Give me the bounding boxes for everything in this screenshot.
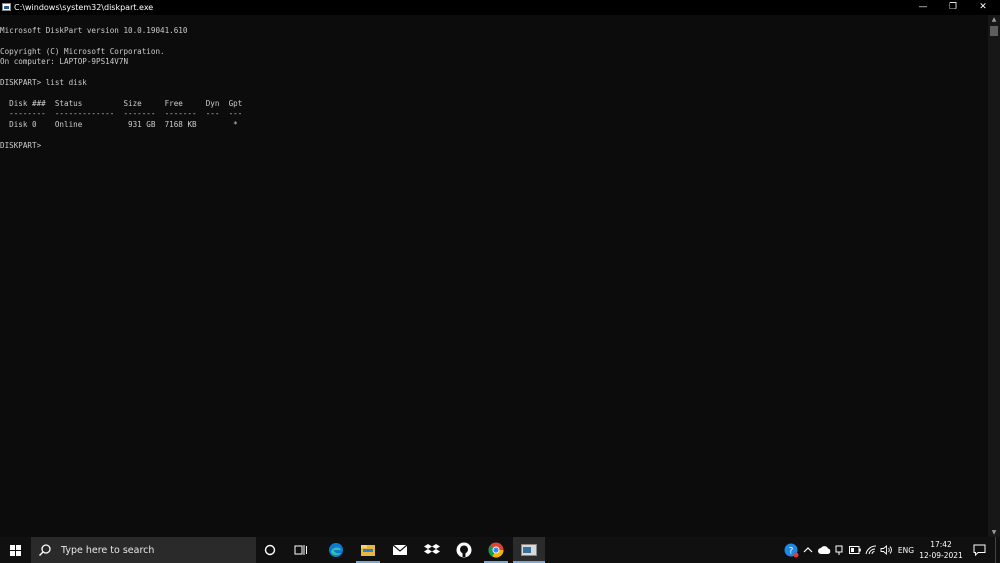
chevron-up-icon	[803, 547, 813, 553]
input-language-button[interactable]: ENG	[895, 537, 917, 563]
network-tray-button[interactable]	[863, 537, 879, 563]
edge-taskbar-button[interactable]	[322, 537, 350, 563]
edge-icon	[329, 543, 343, 557]
title-bar[interactable]: C:\windows\system32\diskpart.exe — ❐ ✕	[0, 0, 1000, 15]
mail-icon	[392, 544, 408, 555]
language-label: ENG	[897, 545, 915, 555]
task-view-icon	[294, 545, 307, 555]
vertical-scrollbar[interactable]: ▲ ▼	[988, 15, 1000, 537]
search-placeholder: Type here to search	[61, 544, 155, 556]
task-view-button[interactable]	[289, 537, 313, 563]
battery-tray-button[interactable]	[847, 537, 863, 563]
wifi-icon	[865, 545, 877, 555]
cortana-button[interactable]	[258, 537, 282, 563]
diskpart-console-icon	[521, 544, 537, 556]
battery-icon	[849, 546, 861, 554]
minimize-icon: —	[918, 2, 928, 12]
usb-device-icon	[835, 545, 843, 555]
scroll-down-icon[interactable]: ▼	[988, 528, 1000, 537]
help-tray-button[interactable]: ?	[781, 537, 801, 563]
onedrive-tray-button[interactable]	[816, 537, 832, 563]
scrollbar-thumb[interactable]	[990, 26, 998, 36]
cortana-icon	[264, 544, 276, 556]
windows-logo-icon	[10, 544, 21, 556]
show-desktop-button[interactable]	[995, 537, 1000, 563]
action-center-button[interactable]	[968, 537, 990, 563]
dropbox-icon	[424, 544, 440, 554]
device-tray-button[interactable]	[832, 537, 846, 563]
file-explorer-taskbar-button[interactable]	[354, 537, 382, 563]
svg-text:?: ?	[788, 546, 793, 556]
restore-icon: ❐	[948, 2, 958, 12]
minimize-button[interactable]: —	[908, 0, 938, 15]
dropbox-taskbar-button[interactable]	[418, 537, 446, 563]
disk-table-separator: -------- ------------- ------- ------- -…	[0, 109, 243, 118]
show-hidden-icons-button[interactable]	[801, 537, 815, 563]
taskbar: Type here to search ? ENG 17:42 12-09-20…	[0, 537, 1000, 563]
github-icon	[456, 542, 472, 558]
taskbar-clock[interactable]: 17:42 12-09-2021	[915, 539, 967, 561]
chrome-taskbar-button[interactable]	[482, 537, 510, 563]
console-line-command: DISKPART> list disk	[0, 78, 87, 87]
restore-button[interactable]: ❐	[938, 0, 968, 15]
start-button[interactable]	[0, 537, 31, 563]
scroll-up-icon[interactable]: ▲	[988, 15, 1000, 24]
console-line-copyright: Copyright (C) Microsoft Corporation.	[0, 47, 165, 56]
speaker-icon	[880, 545, 892, 555]
console-line-computer: On computer: LAPTOP-9PS14V7N	[0, 57, 129, 66]
disk-table-row: Disk 0 Online 931 GB 7168 KB *	[0, 120, 238, 129]
clock-time: 17:42	[930, 540, 952, 549]
close-icon: ✕	[979, 2, 987, 12]
help-icon: ?	[784, 543, 798, 557]
console-prompt[interactable]: DISKPART>	[0, 141, 46, 151]
diskpart-taskbar-button[interactable]	[513, 537, 545, 563]
cloud-icon	[817, 546, 830, 554]
chrome-icon	[488, 542, 504, 558]
console-line-version: Microsoft DiskPart version 10.0.19041.61…	[0, 26, 188, 35]
clock-date: 12-09-2021	[919, 551, 963, 560]
window-title: C:\windows\system32\diskpart.exe	[14, 3, 154, 12]
disk-table-header: Disk ### Status Size Free Dyn Gpt	[0, 99, 243, 108]
volume-tray-button[interactable]	[878, 537, 894, 563]
console-output[interactable]: Microsoft DiskPart version 10.0.19041.61…	[0, 15, 988, 537]
github-taskbar-button[interactable]	[450, 537, 478, 563]
console-app-icon	[2, 3, 11, 11]
notification-icon	[973, 544, 985, 556]
search-icon	[39, 544, 51, 556]
taskbar-search-box[interactable]: Type here to search	[31, 537, 256, 563]
close-button[interactable]: ✕	[968, 0, 998, 15]
mail-taskbar-button[interactable]	[386, 537, 414, 563]
file-explorer-icon	[361, 545, 375, 556]
